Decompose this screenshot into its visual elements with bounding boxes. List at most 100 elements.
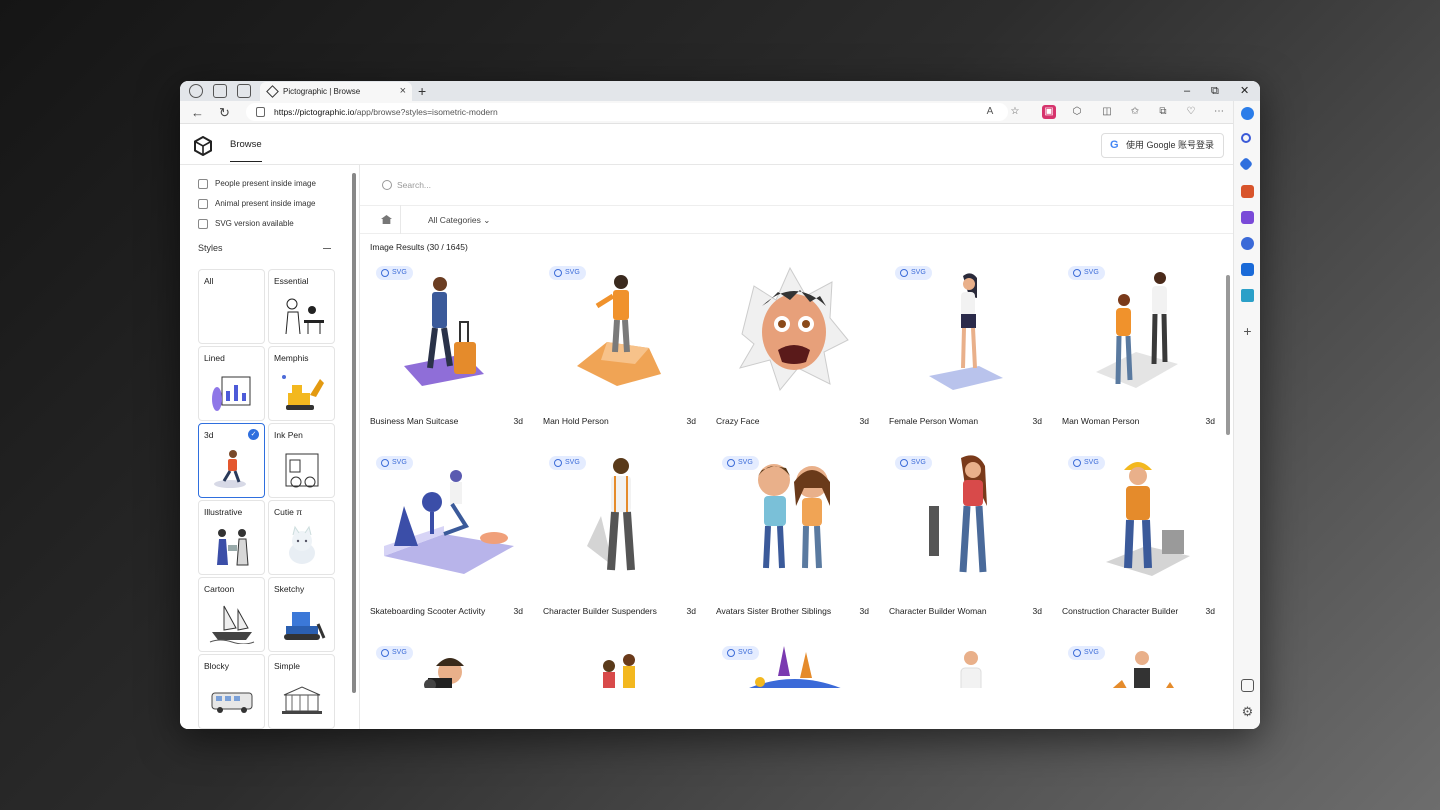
- fantasy-castle-image: [749, 646, 841, 688]
- 3d-runner-icon: [214, 450, 246, 488]
- pictographic-favicon-icon: [266, 85, 279, 98]
- search-icon: [382, 180, 392, 190]
- restore-button[interactable]: ⧉: [1211, 81, 1219, 101]
- svg-badge: SVG: [895, 456, 932, 470]
- result-card[interactable]: SVG Business Man Suitcase 3d: [370, 256, 530, 431]
- favorite-star-icon[interactable]: ☆: [1008, 105, 1022, 119]
- style-card-cutie[interactable]: Cutie π: [268, 500, 335, 575]
- result-card[interactable]: SVG Female Person Woman 3d: [889, 256, 1049, 431]
- result-card[interactable]: SVG Avatars Sister Brother Siblings 3d: [716, 446, 876, 621]
- search-input[interactable]: Search...: [397, 180, 431, 190]
- svg-badge: SVG: [376, 646, 413, 660]
- lock-icon: [256, 107, 265, 117]
- result-style-tag: 3d: [686, 416, 696, 426]
- result-card[interactable]: SVG Man Woman Person 3d: [1062, 256, 1222, 431]
- filter-label: People present inside image: [215, 179, 316, 188]
- profile-icon[interactable]: [189, 84, 203, 98]
- style-card-cartoon[interactable]: Cartoon: [198, 577, 265, 652]
- back-icon[interactable]: ←: [191, 104, 204, 121]
- style-card-simple[interactable]: Simple: [268, 654, 335, 729]
- style-card-lined[interactable]: Lined: [198, 346, 265, 421]
- sketchy-bulldozer-icon: [284, 612, 326, 640]
- checkbox[interactable]: [198, 179, 208, 189]
- category-dropdown[interactable]: All Categories ⌄: [428, 215, 490, 226]
- result-style-tag: 3d: [686, 606, 696, 616]
- result-card[interactable]: SVG Skateboarding Scooter Activity 3d: [370, 446, 530, 621]
- collapse-styles-icon[interactable]: [323, 248, 331, 249]
- settings-gear-icon[interactable]: ⚙: [1241, 705, 1254, 718]
- style-card-sketchy[interactable]: Sketchy: [268, 577, 335, 652]
- style-card-memphis[interactable]: Memphis: [268, 346, 335, 421]
- result-card[interactable]: SVG Man Hold Person 3d: [543, 256, 703, 431]
- style-card-3d[interactable]: 3d ✓: [198, 423, 265, 498]
- home-icon[interactable]: [381, 215, 392, 224]
- style-label: Simple: [274, 661, 300, 671]
- style-card-illustrative[interactable]: Illustrative: [198, 500, 265, 575]
- filter-people[interactable]: People present inside image: [198, 178, 316, 189]
- svg-badge: SVG: [376, 456, 413, 470]
- svg-badge: SVG: [549, 456, 586, 470]
- checkbox[interactable]: [198, 199, 208, 209]
- favorites-icon[interactable]: ✩: [1128, 105, 1142, 119]
- result-card[interactable]: SVG Character Builder Suspenders 3d: [543, 446, 703, 621]
- tools-icon[interactable]: [1241, 185, 1254, 198]
- cartoon-ship-icon: [209, 605, 255, 644]
- checkbox[interactable]: [198, 219, 208, 229]
- result-card[interactable]: [543, 636, 703, 688]
- performance-icon[interactable]: ♡: [1184, 105, 1198, 119]
- copilot-icon[interactable]: [1241, 107, 1254, 120]
- extension-icon[interactable]: ▣: [1042, 105, 1056, 119]
- shopping-cart-icon[interactable]: [1241, 289, 1254, 302]
- new-tab-button[interactable]: +: [418, 81, 426, 101]
- outlook-icon[interactable]: [1241, 263, 1254, 276]
- result-title: Crazy Face: [716, 416, 760, 426]
- result-card[interactable]: Crazy Face 3d: [716, 256, 876, 431]
- result-card[interactable]: [889, 636, 1049, 688]
- screenshot-icon[interactable]: [1241, 679, 1254, 692]
- style-label: Sketchy: [274, 584, 305, 594]
- microsoft365-icon[interactable]: [1241, 237, 1254, 250]
- result-style-tag: 3d: [1205, 416, 1215, 426]
- filter-animal[interactable]: Animal present inside image: [198, 198, 316, 209]
- address-bar-row: ← ↻ https://pictographic.io/app/browse?s…: [180, 101, 1260, 124]
- nav-browse[interactable]: Browse: [230, 139, 262, 162]
- url-input[interactable]: https://pictographic.io/app/browse?style…: [246, 103, 1008, 121]
- shopping-tag-icon[interactable]: [1238, 156, 1254, 172]
- sidebar-scrollbar[interactable]: [352, 173, 356, 693]
- result-card[interactable]: SVG: [1062, 636, 1222, 688]
- result-card[interactable]: SVG Construction Character Builder 3d: [1062, 446, 1222, 621]
- more-menu-icon[interactable]: ⋯: [1212, 105, 1226, 119]
- extensions-icon[interactable]: ⬡: [1070, 105, 1084, 119]
- filter-svg[interactable]: SVG version available: [198, 218, 294, 229]
- read-aloud-icon[interactable]: A: [983, 105, 997, 119]
- result-card[interactable]: SVG: [716, 636, 876, 688]
- photographer-image: [424, 658, 464, 688]
- close-tab-icon[interactable]: ×: [400, 82, 406, 101]
- minimize-button[interactable]: –: [1184, 81, 1190, 101]
- search-sidebar-icon[interactable]: [1241, 133, 1251, 143]
- search-bar[interactable]: Search...: [360, 165, 1233, 206]
- workspaces-icon[interactable]: [213, 84, 227, 98]
- pictographic-logo-icon[interactable]: [193, 136, 213, 156]
- style-label: Memphis: [274, 353, 309, 363]
- collections-icon[interactable]: ⧉: [1156, 105, 1170, 119]
- refresh-icon[interactable]: ↻: [219, 104, 230, 121]
- tab-actions-icon[interactable]: [237, 84, 251, 98]
- add-sidebar-icon[interactable]: +: [1241, 324, 1254, 338]
- split-screen-icon[interactable]: ◫: [1100, 105, 1114, 119]
- illustrative-people-icon: [217, 529, 249, 566]
- results-scrollbar[interactable]: [1226, 275, 1230, 435]
- games-icon[interactable]: [1241, 211, 1254, 224]
- google-login-label: 使用 Google 账号登录: [1125, 140, 1214, 150]
- browser-tab[interactable]: Pictographic | Browse ×: [260, 82, 412, 101]
- style-card-blocky[interactable]: Blocky: [198, 654, 265, 729]
- result-card[interactable]: SVG Character Builder Woman 3d: [889, 446, 1049, 621]
- result-card[interactable]: SVG: [370, 636, 530, 688]
- close-window-button[interactable]: ✕: [1240, 81, 1249, 101]
- style-card-essential[interactable]: Essential: [268, 269, 335, 344]
- google-login-button[interactable]: G 使用 Google 账号登录: [1100, 133, 1224, 158]
- tab-strip: Pictographic | Browse × + – ⧉ ✕: [180, 81, 1260, 101]
- style-card-all[interactable]: All: [198, 269, 265, 344]
- style-card-inkpen[interactable]: Ink Pen: [268, 423, 335, 498]
- result-title: Construction Character Builder: [1062, 606, 1179, 616]
